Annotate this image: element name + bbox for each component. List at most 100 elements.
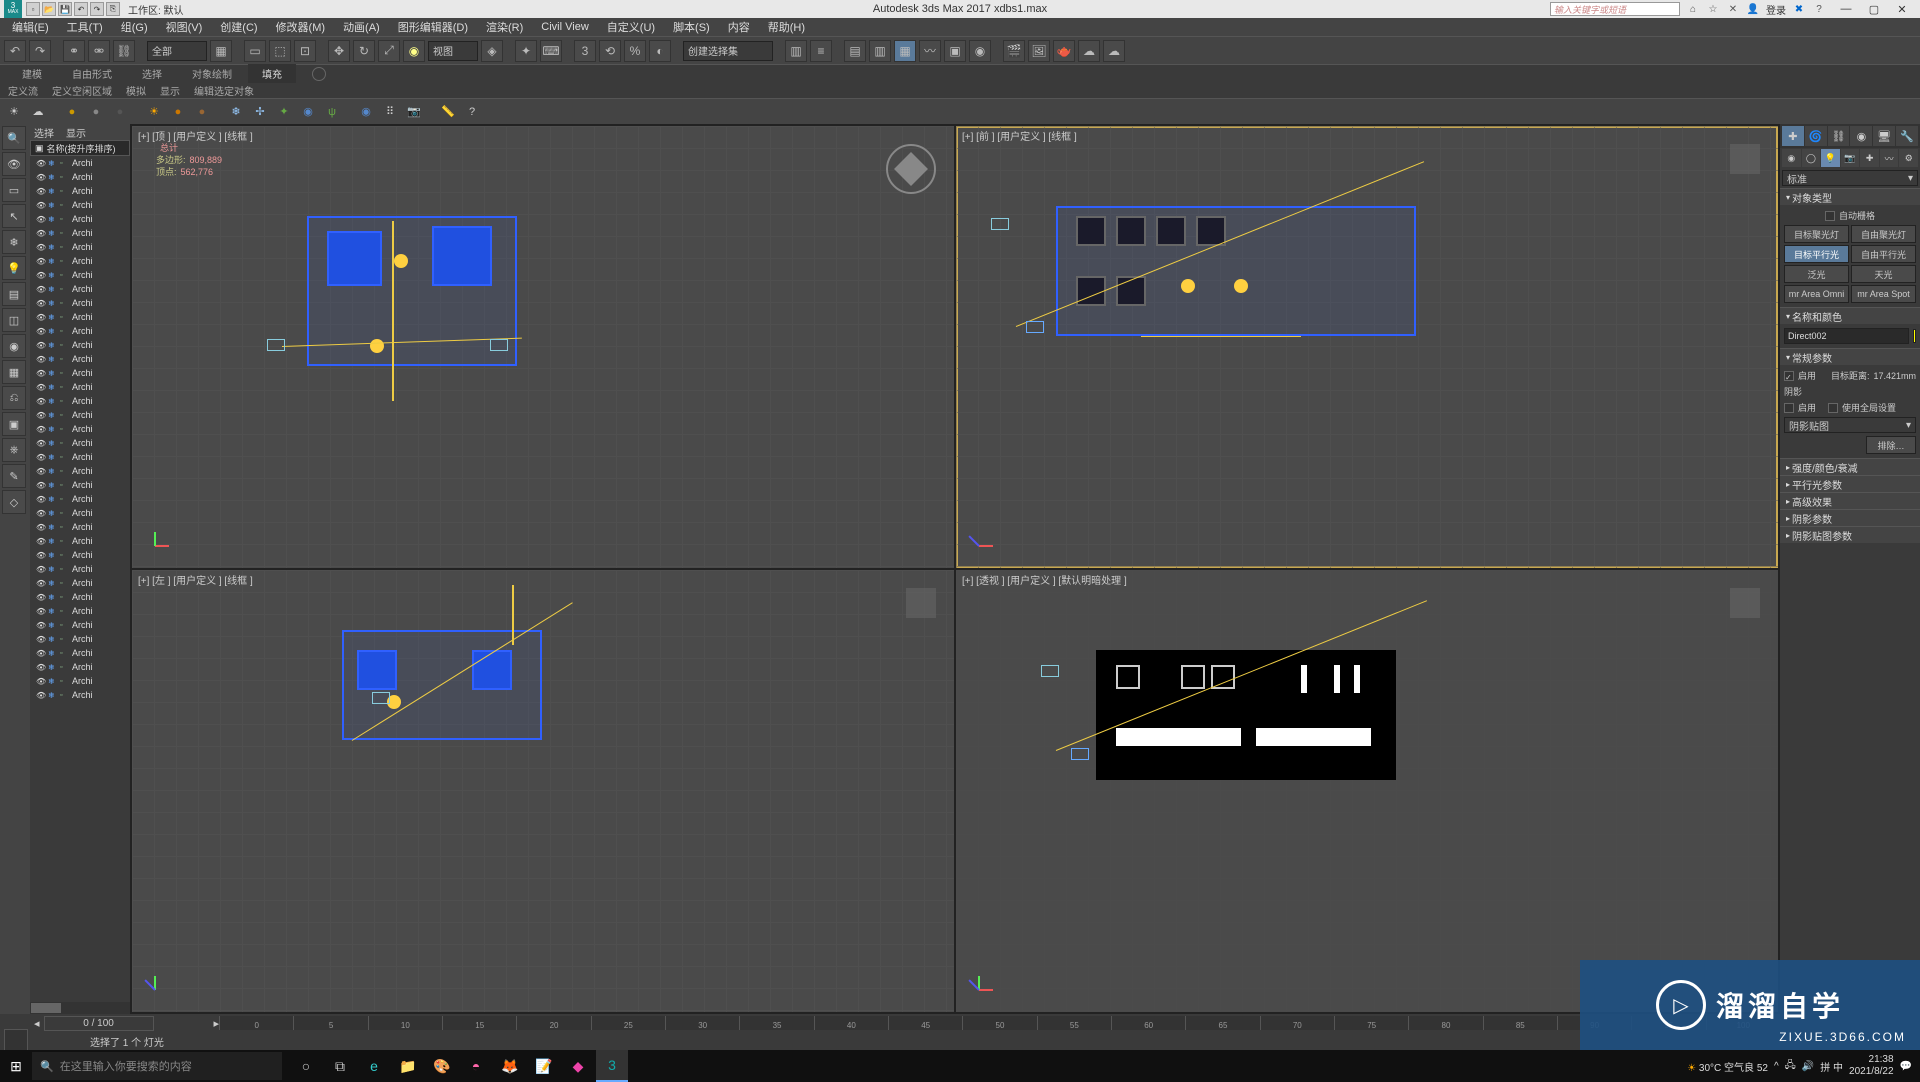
shadow-enable-checkbox[interactable] — [1784, 403, 1794, 413]
mr-spot-button[interactable]: mr Area Spot — [1851, 285, 1916, 303]
grass-icon[interactable]: ψ — [322, 102, 342, 122]
scene-tab-display[interactable]: 显示 — [66, 125, 86, 140]
scene-item[interactable]: 👁❄▫Archi — [30, 408, 130, 422]
display-tab-icon[interactable]: 🖥 — [1873, 126, 1895, 146]
scene-item[interactable]: 👁❄▫Archi — [30, 212, 130, 226]
viewport-perspective[interactable]: [+] [透视 ] [用户定义 ] [默认明暗处理 ] — [956, 570, 1778, 1012]
scale-icon[interactable]: ⤢ — [378, 40, 400, 62]
ref-coord-dropdown[interactable]: 视图 — [428, 41, 478, 61]
user-icon[interactable]: 👤 — [1746, 2, 1760, 16]
scene-item[interactable]: 👁❄▫Archi — [30, 604, 130, 618]
scene-item[interactable]: 👁❄▫Archi — [30, 394, 130, 408]
particles-icon[interactable]: ⠿ — [380, 102, 400, 122]
qat-redo-icon[interactable]: ↷ — [90, 2, 104, 16]
scene-item[interactable]: 👁❄▫Archi — [30, 674, 130, 688]
scene-item[interactable]: 👁❄▫Archi — [30, 310, 130, 324]
globe-icon[interactable]: ◉ — [298, 102, 318, 122]
ribbon-panel-editsel[interactable]: 编辑选定对象 — [194, 83, 254, 98]
use-global-checkbox[interactable] — [1828, 403, 1838, 413]
scene-item[interactable]: 👁❄▫Archi — [30, 436, 130, 450]
scene-item[interactable]: 👁❄▫Archi — [30, 464, 130, 478]
ribbon-tab-modeling[interactable]: 建模 — [8, 64, 56, 83]
ribbon-tab-select[interactable]: 选择 — [128, 64, 176, 83]
cameras-icon[interactable]: 📷 — [1841, 149, 1860, 167]
anchor-icon[interactable]: ⎈ — [2, 438, 26, 462]
layers-icon[interactable]: ▤ — [844, 40, 866, 62]
misc-icon[interactable]: ◇ — [2, 490, 26, 514]
tray-network-icon[interactable]: 🖧 — [1785, 1058, 1796, 1075]
scene-list[interactable]: 👁❄▫Archi👁❄▫Archi👁❄▫Archi👁❄▫Archi👁❄▫Archi… — [30, 156, 130, 1002]
scene-item[interactable]: 👁❄▫Archi — [30, 450, 130, 464]
scene-item[interactable]: 👁❄▫Archi — [30, 352, 130, 366]
rollout-general[interactable]: 常规参数 — [1780, 349, 1920, 365]
task-app2-icon[interactable]: ◆ — [562, 1050, 594, 1082]
start-button[interactable]: ⊞ — [0, 1050, 32, 1082]
spinner-snap-icon[interactable]: ◐ — [649, 40, 671, 62]
material-editor-icon[interactable]: ◉ — [969, 40, 991, 62]
sphere-dark-icon[interactable]: ● — [110, 102, 130, 122]
target-spot-button[interactable]: 目标聚光灯 — [1784, 225, 1849, 243]
timeline-track[interactable]: 0510152025303540455055606570758085909510… — [219, 1016, 1780, 1030]
motion-tab-icon[interactable]: ◉ — [1850, 126, 1872, 146]
select-rect-icon[interactable]: ▭ — [244, 40, 266, 62]
cloud-icon[interactable]: ☁ — [28, 102, 48, 122]
freeze-icon[interactable]: ❄ — [2, 230, 26, 254]
spacewarps-icon[interactable]: 〰 — [1880, 149, 1899, 167]
scene-item[interactable]: 👁❄▫Archi — [30, 506, 130, 520]
render-online-icon[interactable]: ☁ — [1103, 40, 1125, 62]
sphere-gold-icon[interactable]: ● — [62, 102, 82, 122]
viewport-front[interactable]: [+] [前 ] [用户定义 ] [线框 ] — [956, 126, 1778, 568]
sphere-orange-icon[interactable]: ● — [168, 102, 188, 122]
camera-icon[interactable]: 📷 — [404, 102, 424, 122]
redo-icon[interactable]: ↷ — [29, 40, 51, 62]
close-button[interactable]: ✕ — [1888, 1, 1916, 17]
link-icon[interactable]: ⚭ — [63, 40, 85, 62]
sphere-grey-icon[interactable]: ● — [86, 102, 106, 122]
ribbon-tab-populate[interactable]: 填充 — [248, 64, 296, 83]
omni-button[interactable]: 泛光 — [1784, 265, 1849, 283]
place-icon[interactable]: ◉ — [403, 40, 425, 62]
lights-icon[interactable]: 💡 — [1821, 149, 1840, 167]
menu-render[interactable]: 渲染(R) — [478, 17, 531, 37]
physx-icon[interactable]: ◉ — [356, 102, 376, 122]
menu-create[interactable]: 创建(C) — [212, 17, 265, 37]
qat-undo-icon[interactable]: ↶ — [74, 2, 88, 16]
ribbon-panel-sim[interactable]: 模拟 — [126, 83, 146, 98]
viewport-left-label[interactable]: [+] [左 ] [用户定义 ] [线框 ] — [138, 572, 253, 587]
render-setup-icon[interactable]: 🎬 — [1003, 40, 1025, 62]
taskbar-search-input[interactable]: 🔍在这里输入你要搜索的内容 — [32, 1052, 282, 1080]
menu-civilview[interactable]: Civil View — [533, 19, 596, 35]
scene-item[interactable]: 👁❄▫Archi — [30, 534, 130, 548]
shadow-type-dropdown[interactable]: 阴影贴图▾ — [1784, 417, 1916, 433]
viewport-left[interactable]: [+] [左 ] [用户定义 ] [线框 ] — [132, 570, 954, 1012]
utility-tab-icon[interactable]: 🔧 — [1896, 126, 1918, 146]
help-search-input[interactable]: 输入关键字或短语 — [1550, 2, 1680, 16]
display-icon[interactable]: 👁 — [2, 152, 26, 176]
tree-icon[interactable]: ✦ — [274, 102, 294, 122]
scene-item[interactable]: 👁❄▫Archi — [30, 478, 130, 492]
named-selection-dropdown[interactable]: 创建选择集 — [683, 41, 773, 61]
qat-save-icon[interactable]: 💾 — [58, 2, 72, 16]
scene-item[interactable]: 👁❄▫Archi — [30, 548, 130, 562]
ribbon-toggle-icon[interactable] — [312, 67, 326, 81]
scene-hscroll[interactable] — [30, 1002, 130, 1014]
viewport-front-label[interactable]: [+] [前 ] [用户定义 ] [线框 ] — [962, 128, 1077, 143]
scene-item[interactable]: 👁❄▫Archi — [30, 380, 130, 394]
object-color-swatch[interactable] — [1913, 329, 1916, 343]
scene-name-header[interactable]: ▣名称(按升序排序) — [30, 140, 130, 156]
autodesk360-icon[interactable]: ✖ — [1792, 2, 1806, 16]
task-paint-icon[interactable]: 🎨 — [426, 1050, 458, 1082]
scene-item[interactable]: 👁❄▫Archi — [30, 240, 130, 254]
select-object-icon[interactable]: ▦ — [210, 40, 232, 62]
mr-omni-button[interactable]: mr Area Omni — [1784, 285, 1849, 303]
angle-snap-icon[interactable]: ⟲ — [599, 40, 621, 62]
daylight-icon[interactable]: ☀ — [4, 102, 24, 122]
frame-indicator[interactable]: 0 / 100 — [44, 1016, 154, 1031]
scene-item[interactable]: 👁❄▫Archi — [30, 170, 130, 184]
scene-explorer-icon[interactable]: 🔍 — [2, 126, 26, 150]
menu-help[interactable]: 帮助(H) — [760, 17, 813, 37]
rollout-shadowmap[interactable]: 阴影贴图参数 — [1780, 527, 1920, 543]
snap-icon[interactable]: 3 — [574, 40, 596, 62]
scene-item[interactable]: 👁❄▫Archi — [30, 184, 130, 198]
scene-item[interactable]: 👁❄▫Archi — [30, 646, 130, 660]
